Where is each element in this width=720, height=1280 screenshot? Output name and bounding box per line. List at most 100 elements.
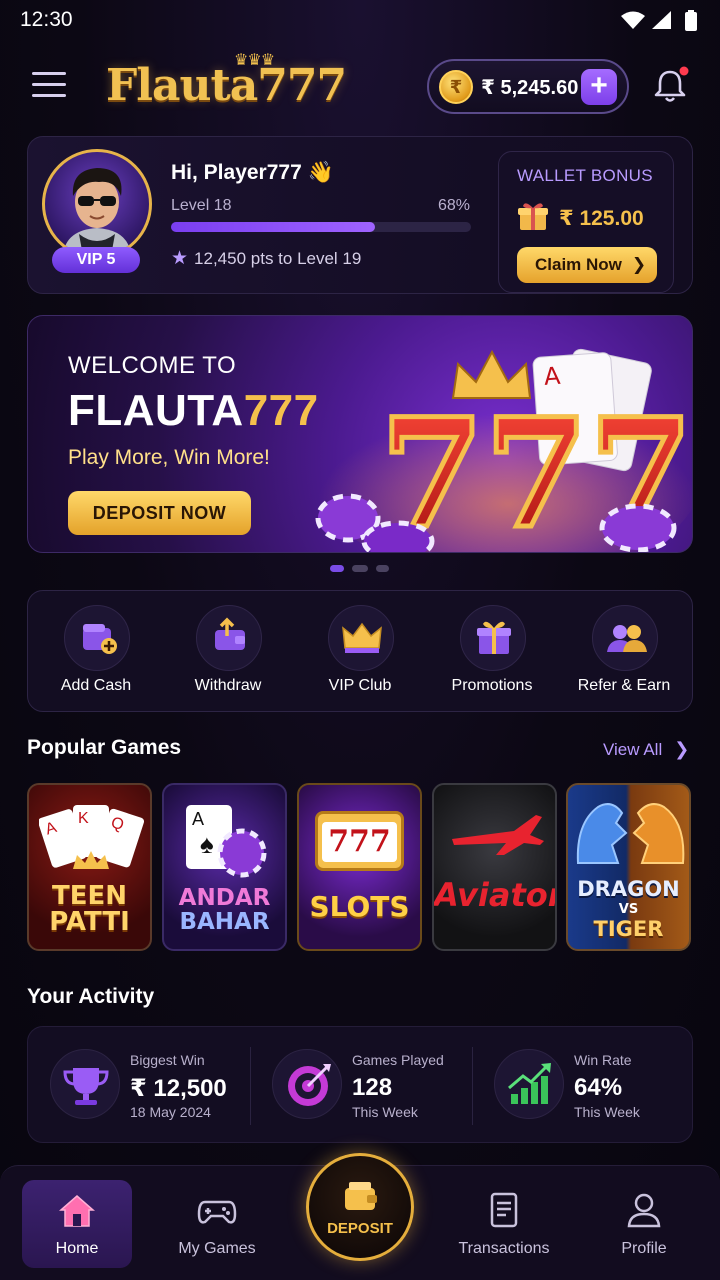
nav-transactions[interactable]: Transactions xyxy=(449,1180,559,1268)
quick-action-label: VIP Club xyxy=(328,677,392,694)
profile-card: VIP 5 Hi, Player777 👋 Level 18 68% ★ 12,4… xyxy=(27,136,693,294)
stat-sub: This Week xyxy=(352,1104,418,1120)
stat-games-played: Games Played 128 This Week xyxy=(250,1027,472,1144)
dragon-tiger-icon xyxy=(576,803,685,864)
wifi-icon xyxy=(621,11,645,29)
popular-games-title: Popular Games xyxy=(27,736,182,759)
game-card-teen-patti[interactable]: A K Q TEEN PATTI xyxy=(27,783,152,951)
nav-profile[interactable]: Profile xyxy=(589,1180,699,1268)
crown-icon xyxy=(342,622,382,653)
target-icon xyxy=(288,1064,331,1106)
game-card-aviator[interactable]: Aviator xyxy=(432,783,557,951)
quick-action-withdraw[interactable]: Withdraw xyxy=(163,603,293,703)
notification-bell-icon[interactable] xyxy=(650,66,690,106)
stat-label: Win Rate xyxy=(574,1052,632,1068)
quick-action-label: Promotions xyxy=(451,677,533,694)
deposit-now-button[interactable]: DEPOSIT NOW xyxy=(68,491,251,535)
claim-now-button[interactable]: Claim Now ❯ xyxy=(517,247,657,283)
users-icon xyxy=(607,625,647,652)
quick-action-label: Add Cash xyxy=(60,677,132,694)
activity-title: Your Activity xyxy=(27,985,155,1008)
stat-label: Biggest Win xyxy=(130,1052,205,1068)
wallet-bonus-box: WALLET BONUS ₹ 125.00 Claim Now ❯ xyxy=(498,151,674,293)
stat-win-rate: Win Rate 64% This Week xyxy=(472,1027,694,1144)
wallet-plus-icon xyxy=(83,624,117,654)
wallet-bonus-title: WALLET BONUS xyxy=(517,166,653,185)
quick-action-label: Refer & Earn xyxy=(577,677,671,694)
nav-label: Profile xyxy=(621,1240,667,1257)
coin-icon: ₹ xyxy=(439,70,473,104)
nav-my-games[interactable]: My Games xyxy=(162,1180,272,1268)
quick-action-refer-earn[interactable]: Refer & Earn xyxy=(559,603,689,703)
user-icon xyxy=(627,1193,661,1228)
level-progress-percent: 68% xyxy=(438,197,471,214)
game-card-slots[interactable]: 777 SLOTS xyxy=(297,783,422,951)
game-card-dragon-vs-tiger[interactable]: DRAGON VS TIGER xyxy=(566,783,691,951)
chevron-right-icon: ❯ xyxy=(631,255,647,274)
gamepad-icon xyxy=(197,1200,237,1224)
quick-actions: Add Cash Withdraw VIP Club Promotions Re… xyxy=(27,590,693,712)
view-all-link[interactable]: View All ❯ xyxy=(603,739,689,760)
chart-up-icon xyxy=(508,1063,551,1104)
star-icon: ★ xyxy=(171,248,189,269)
slot-machine-icon: 777 xyxy=(315,811,404,871)
stat-sub: 18 May 2024 xyxy=(130,1104,211,1120)
add-balance-button[interactable]: + xyxy=(581,69,617,105)
quick-action-add-cash[interactable]: Add Cash xyxy=(31,603,161,703)
banner-tagline: Play More, Win More! xyxy=(68,446,270,469)
quick-action-vip-club[interactable]: VIP Club xyxy=(295,603,425,703)
wallet-icon xyxy=(345,1182,377,1210)
level-label: Level 18 xyxy=(171,197,232,214)
trophy-icon xyxy=(63,1068,109,1105)
stat-value: 128 xyxy=(352,1074,393,1101)
nav-label: My Games xyxy=(178,1240,256,1257)
nav-home[interactable]: Home xyxy=(22,1180,132,1268)
wallet-balance[interactable]: ₹ ₹ 5,245.60 + xyxy=(427,59,629,114)
status-bar: 12:30 xyxy=(0,0,720,40)
banner-welcome-text: WELCOME TO xyxy=(68,352,237,379)
chevron-right-icon: ❯ xyxy=(674,739,690,759)
stat-value: ₹ 12,500 xyxy=(130,1075,227,1102)
stat-value: 64% xyxy=(574,1074,623,1101)
app-logo: ♛♛♛ Flauta777 xyxy=(106,50,347,114)
vip-badge: VIP 5 xyxy=(52,247,140,273)
logo-text: Flauta777 xyxy=(106,60,347,111)
slots-777-artwork: A A 777 xyxy=(315,348,692,552)
quick-action-promotions[interactable]: Promotions xyxy=(427,603,557,703)
level-progress-bar xyxy=(171,222,471,232)
playing-cards-icon: A K Q xyxy=(39,805,144,869)
svg-text:A: A xyxy=(192,809,204,829)
nav-label: Home xyxy=(55,1240,99,1257)
deposit-fab-label: DEPOSIT xyxy=(327,1220,393,1237)
greeting: Hi, Player777 👋 xyxy=(171,161,334,184)
stat-label: Games Played xyxy=(352,1052,444,1068)
card-chip-icon: A♠ xyxy=(186,805,267,878)
activity-panel: Biggest Win ₹ 12,500 18 May 2024 Games P… xyxy=(27,1026,693,1143)
gift-icon xyxy=(518,203,548,230)
carousel-dot[interactable] xyxy=(376,565,389,572)
promo-banner[interactable]: A A 777 WELCOME TO FLAUTA777 Play More, … xyxy=(27,315,693,553)
game-card-andar-bahar[interactable]: A ♠ ANDAR BAHAR xyxy=(162,783,287,951)
menu-icon[interactable] xyxy=(32,72,66,100)
level-progress-fill xyxy=(171,222,375,232)
balance-amount: ₹ 5,245.60 xyxy=(481,77,579,99)
svg-text:♠: ♠ xyxy=(200,829,214,859)
carousel-dot[interactable] xyxy=(352,565,368,572)
avatar[interactable] xyxy=(42,149,152,259)
stat-sub: This Week xyxy=(574,1104,640,1120)
battery-icon xyxy=(685,10,697,31)
wallet-out-icon xyxy=(215,617,245,650)
status-time: 12:30 xyxy=(20,8,73,31)
signal-icon xyxy=(652,11,671,29)
airplane-icon xyxy=(452,815,544,855)
quick-action-label: Withdraw xyxy=(194,677,262,694)
banner-brand-title: FLAUTA777 xyxy=(68,386,319,435)
wallet-bonus-amount: ₹ 125.00 xyxy=(559,207,644,230)
points-to-next-level: ★ 12,450 pts to Level 19 xyxy=(171,248,362,269)
carousel-dot-active[interactable] xyxy=(330,565,344,572)
receipt-icon xyxy=(490,1192,518,1228)
home-icon xyxy=(59,1195,95,1227)
nav-label: Transactions xyxy=(458,1240,550,1257)
stat-biggest-win: Biggest Win ₹ 12,500 18 May 2024 xyxy=(28,1027,250,1144)
deposit-fab-button[interactable]: DEPOSIT xyxy=(306,1153,414,1261)
